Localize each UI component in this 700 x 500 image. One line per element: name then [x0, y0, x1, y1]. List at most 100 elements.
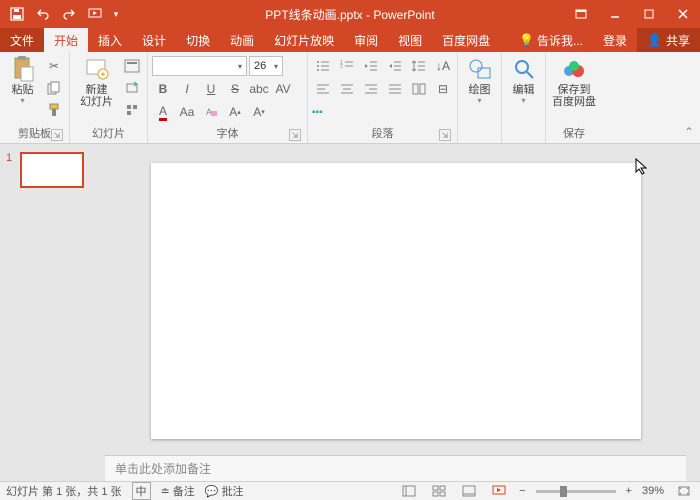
- reset-icon[interactable]: [121, 78, 143, 98]
- numbering-icon[interactable]: 12: [336, 56, 358, 76]
- cut-icon[interactable]: ✂: [43, 56, 65, 76]
- underline-icon[interactable]: U: [200, 79, 222, 99]
- language-indicator[interactable]: 中: [132, 482, 151, 500]
- slide-thumbnail-panel: 1: [0, 144, 105, 481]
- tab-animations[interactable]: 动画: [220, 28, 264, 52]
- thumbnail-preview[interactable]: [20, 152, 84, 188]
- group-label: 幻灯片: [92, 125, 125, 141]
- tell-me[interactable]: 💡告诉我...: [509, 28, 593, 52]
- dialog-launcher-icon[interactable]: ⇲: [439, 129, 451, 141]
- paste-button[interactable]: 粘贴 ▾: [4, 54, 41, 107]
- font-color-icon[interactable]: A: [152, 102, 174, 122]
- strikethrough-icon[interactable]: S: [224, 79, 246, 99]
- tab-transitions[interactable]: 切换: [176, 28, 220, 52]
- slide[interactable]: [151, 163, 641, 439]
- text-direction-icon[interactable]: ↓A: [432, 56, 454, 76]
- new-slide-button[interactable]: ✶ 新建 幻灯片: [74, 54, 119, 110]
- zoom-out-icon[interactable]: −: [519, 485, 525, 497]
- work-area: 1 单击此处添加备注: [0, 144, 700, 481]
- italic-icon[interactable]: I: [176, 79, 198, 99]
- dialog-launcher-icon[interactable]: ⇲: [51, 129, 63, 141]
- close-icon[interactable]: [666, 0, 700, 28]
- quick-access-toolbar: ▾: [0, 3, 122, 25]
- login-link[interactable]: 登录: [593, 28, 637, 52]
- align-text-icon[interactable]: ⊟: [432, 79, 454, 99]
- section-icon[interactable]: [121, 100, 143, 120]
- qat-customize-icon[interactable]: ▾: [110, 3, 122, 25]
- group-drawing: 绘图▾ .: [458, 52, 502, 143]
- change-case-icon[interactable]: Aa: [176, 102, 198, 122]
- slideshow-view-icon[interactable]: [489, 484, 509, 499]
- dialog-launcher-icon[interactable]: ⇲: [289, 129, 301, 141]
- clear-format-icon[interactable]: A: [200, 102, 222, 122]
- shadow-icon[interactable]: abc: [248, 79, 270, 99]
- increase-indent-icon[interactable]: [384, 56, 406, 76]
- slide-counter[interactable]: 幻灯片 第 1 张，共 1 张: [6, 483, 122, 499]
- find-icon: [511, 56, 537, 82]
- group-font: 26 B I U S abc AV A Aa A A▴ A▾ 字体 ⇲: [148, 52, 308, 143]
- font-name-combo[interactable]: [152, 56, 247, 76]
- shrink-font-icon[interactable]: A▾: [248, 102, 270, 122]
- format-painter-icon[interactable]: [43, 100, 65, 120]
- copy-icon[interactable]: [43, 78, 65, 98]
- font-size-combo[interactable]: 26: [249, 56, 283, 76]
- group-label: 剪贴板: [18, 125, 51, 141]
- save-baidu-button[interactable]: 保存到 百度网盘: [550, 54, 598, 110]
- window-controls: [564, 0, 700, 28]
- tab-baidu[interactable]: 百度网盘: [432, 28, 500, 52]
- justify-icon[interactable]: [384, 79, 406, 99]
- tab-review[interactable]: 审阅: [344, 28, 388, 52]
- zoom-level[interactable]: 39%: [642, 485, 664, 497]
- group-editing: 编辑▾ .: [502, 52, 546, 143]
- save-icon[interactable]: [6, 3, 28, 25]
- comments-toggle[interactable]: 💬 批注: [205, 483, 244, 499]
- share-button[interactable]: 👤共享: [637, 28, 700, 52]
- tab-insert[interactable]: 插入: [88, 28, 132, 52]
- svg-text:✶: ✶: [99, 70, 106, 79]
- slide-thumbnail[interactable]: 1: [6, 152, 99, 188]
- editing-button[interactable]: 编辑▾: [506, 54, 541, 107]
- collapse-ribbon-icon[interactable]: ⌃: [684, 125, 694, 139]
- reading-view-icon[interactable]: [459, 484, 479, 499]
- baidu-cloud-icon: [561, 56, 587, 82]
- group-slides: ✶ 新建 幻灯片 幻灯片: [70, 52, 148, 143]
- group-label: 字体: [217, 125, 239, 141]
- tab-file[interactable]: 文件: [0, 28, 44, 52]
- tab-view[interactable]: 视图: [388, 28, 432, 52]
- drawing-button[interactable]: 绘图▾: [462, 54, 497, 107]
- bold-icon[interactable]: B: [152, 79, 174, 99]
- slide-canvas[interactable]: [105, 154, 686, 447]
- start-slideshow-icon[interactable]: [84, 3, 106, 25]
- grow-font-icon[interactable]: A▴: [224, 102, 246, 122]
- char-spacing-icon[interactable]: AV: [272, 79, 294, 99]
- align-center-icon[interactable]: [336, 79, 358, 99]
- tab-home[interactable]: 开始: [44, 28, 88, 52]
- sorter-view-icon[interactable]: [429, 484, 449, 499]
- bullets-icon[interactable]: [312, 56, 334, 76]
- notes-pane[interactable]: 单击此处添加备注: [105, 455, 686, 481]
- tab-slideshow[interactable]: 幻灯片放映: [264, 28, 344, 52]
- redo-icon[interactable]: [58, 3, 80, 25]
- layout-icon[interactable]: [121, 56, 143, 76]
- ribbon-display-icon[interactable]: [564, 0, 598, 28]
- tab-design[interactable]: 设计: [132, 28, 176, 52]
- line-spacing-icon[interactable]: [408, 56, 430, 76]
- columns-icon[interactable]: [408, 79, 430, 99]
- undo-icon[interactable]: [32, 3, 54, 25]
- smartart-icon[interactable]: ▪▪▪: [312, 102, 323, 122]
- lightbulb-icon: 💡: [519, 33, 534, 47]
- group-save-baidu: 保存到 百度网盘 保存: [546, 52, 602, 143]
- fit-window-icon[interactable]: [674, 484, 694, 499]
- align-right-icon[interactable]: [360, 79, 382, 99]
- minimize-icon[interactable]: [598, 0, 632, 28]
- group-label: 段落: [372, 125, 394, 141]
- align-left-icon[interactable]: [312, 79, 334, 99]
- decrease-indent-icon[interactable]: [360, 56, 382, 76]
- notes-toggle[interactable]: ≐ 备注: [161, 483, 195, 499]
- normal-view-icon[interactable]: [399, 484, 419, 499]
- new-slide-icon: ✶: [84, 56, 110, 82]
- shapes-icon: [467, 56, 493, 82]
- maximize-icon[interactable]: [632, 0, 666, 28]
- zoom-slider[interactable]: [536, 490, 616, 493]
- zoom-in-icon[interactable]: +: [626, 485, 632, 497]
